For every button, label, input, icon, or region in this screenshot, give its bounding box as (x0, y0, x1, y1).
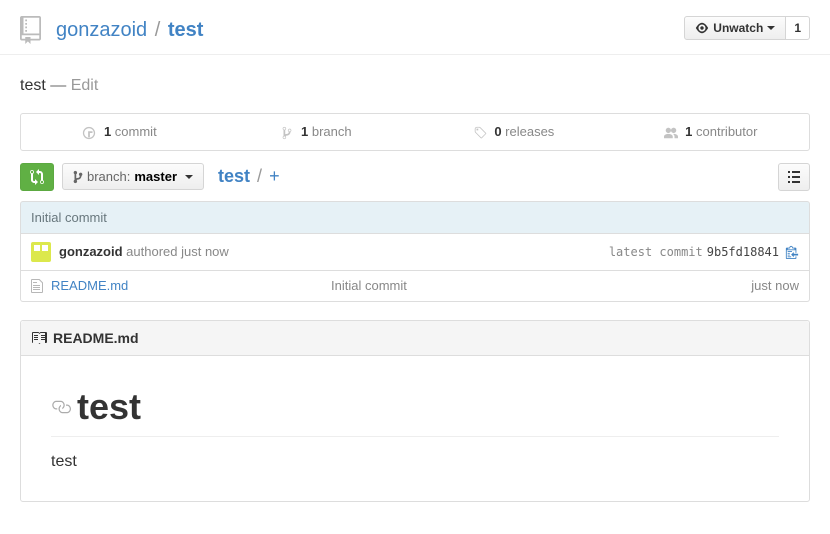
path-separator: / (155, 19, 161, 41)
history-icon (82, 126, 96, 140)
eye-icon (695, 21, 709, 35)
breadcrumb-root[interactable]: test (218, 166, 250, 186)
unwatch-label: Unwatch (713, 21, 763, 35)
avatar[interactable] (31, 242, 51, 262)
book-icon (31, 330, 47, 346)
link-icon[interactable] (51, 397, 71, 417)
file-commit-message[interactable]: Initial commit (331, 278, 751, 293)
file-toolbar: branch: master test / + (20, 163, 810, 191)
readme-box: README.md test test (20, 320, 810, 502)
owner-link[interactable]: gonzazoid (56, 19, 147, 41)
contributors-stat[interactable]: 1 contributor (612, 114, 809, 150)
file-time: just now (751, 278, 799, 293)
branches-count: 1 (301, 124, 308, 139)
releases-count: 0 (494, 124, 501, 139)
author-action: authored just now (123, 244, 229, 259)
clipboard-icon[interactable] (785, 245, 799, 259)
readme-header: README.md (21, 321, 809, 356)
repo-title: gonzazoid / test (56, 19, 203, 42)
repo-description: test — Edit (20, 77, 810, 95)
readme-heading: test (51, 386, 779, 437)
tag-icon (473, 126, 487, 140)
author-link[interactable]: gonzazoid (59, 244, 123, 259)
file-text-icon (31, 278, 43, 294)
commits-stat[interactable]: 1 commit (21, 114, 218, 150)
contributors-label: contributor (696, 124, 757, 139)
description-dash: — (50, 77, 66, 94)
new-file-button[interactable]: + (269, 166, 280, 186)
branch-select[interactable]: branch: master (62, 163, 204, 190)
commits-count: 1 (104, 124, 111, 139)
readme-body: test test (21, 356, 809, 501)
tease-message: Initial commit (31, 210, 107, 225)
people-icon (664, 126, 678, 140)
watch-count[interactable]: 1 (786, 16, 810, 40)
edit-description-link[interactable]: Edit (71, 77, 99, 94)
repo-icon (20, 16, 48, 44)
caret-down-icon (767, 26, 775, 30)
header-actions: Unwatch 1 (684, 16, 810, 40)
compare-button[interactable] (20, 163, 54, 191)
commit-sha[interactable]: 9b5fd18841 (707, 245, 779, 259)
branches-label: branch (312, 124, 352, 139)
contributors-count: 1 (685, 124, 692, 139)
branch-name: master (134, 169, 177, 184)
branches-stat[interactable]: 1 branch (218, 114, 415, 150)
latest-commit-label: latest commit (609, 245, 703, 259)
commit-bar: gonzazoid authored just now latest commi… (20, 234, 810, 271)
breadcrumb-separator: / (257, 166, 262, 186)
branch-prefix: branch: (87, 169, 130, 184)
compare-icon (29, 169, 45, 185)
repo-link[interactable]: test (168, 19, 204, 41)
list-icon (787, 171, 801, 183)
readme-paragraph: test (51, 453, 779, 471)
branch-icon (281, 126, 293, 140)
unwatch-button[interactable]: Unwatch (684, 16, 786, 40)
readme-filename: README.md (53, 330, 139, 346)
releases-stat[interactable]: 0 releases (415, 114, 612, 150)
description-text: test (20, 77, 46, 94)
stats-bar: 1 commit 1 branch 0 releases 1 contribut… (20, 113, 810, 151)
file-list: README.md Initial commit just now (20, 271, 810, 302)
chevron-down-icon (185, 175, 193, 179)
breadcrumb: test / + (218, 166, 280, 187)
readme-heading-text: test (77, 386, 141, 428)
commit-tease: Initial commit (20, 201, 810, 234)
releases-label: releases (505, 124, 554, 139)
commits-label: commit (115, 124, 157, 139)
branch-select-icon (73, 170, 83, 184)
file-row: README.md Initial commit just now (21, 271, 809, 301)
file-link[interactable]: README.md (51, 278, 331, 293)
list-view-button[interactable] (778, 163, 810, 191)
